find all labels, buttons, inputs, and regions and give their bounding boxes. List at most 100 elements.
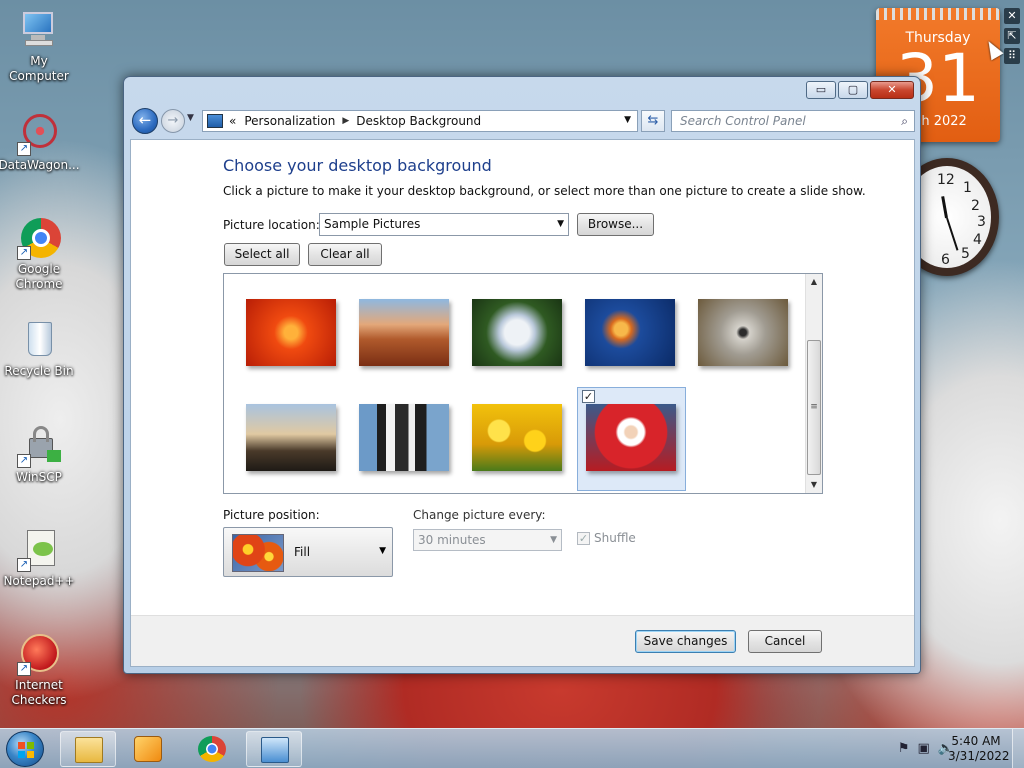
clock-numeral: 5 bbox=[961, 246, 970, 262]
taskbar-explorer[interactable] bbox=[60, 731, 116, 767]
thumbnail-lighthouse[interactable] bbox=[246, 404, 336, 471]
thumbnail-desert[interactable] bbox=[359, 299, 449, 366]
thumbnail-tulips[interactable] bbox=[472, 404, 562, 471]
address-bar[interactable]: « Personalization ▶ Desktop Background ▼ bbox=[202, 110, 638, 132]
control-panel-icon bbox=[207, 114, 223, 128]
shortcut-arrow-icon: ↗ bbox=[17, 142, 31, 156]
desktop-icon-label: Recycle Bin bbox=[4, 364, 74, 378]
picture-location-select[interactable]: Sample Pictures ▼ bbox=[319, 213, 569, 236]
chevron-down-icon: ▼ bbox=[379, 546, 386, 556]
shortcut-arrow-icon: ↗ bbox=[17, 558, 31, 572]
network-icon[interactable]: ▣ bbox=[918, 741, 930, 756]
clock-numeral: 12 bbox=[937, 172, 955, 188]
clock-numeral: 4 bbox=[973, 232, 982, 248]
thumbnail-jellyfish[interactable] bbox=[585, 299, 675, 366]
action-center-icon[interactable]: ⚑ bbox=[898, 741, 910, 756]
desktop-icon-datawagon[interactable]: ↗ DataWagon... bbox=[0, 112, 80, 173]
desktop-icon-winscp[interactable]: ↗ WinSCP bbox=[0, 424, 78, 485]
desktop-icon-google-chrome[interactable]: ↗ Google Chrome bbox=[0, 216, 78, 292]
thumbnail-santa[interactable] bbox=[586, 404, 676, 471]
thumbnail-checkbox[interactable]: ✓ bbox=[582, 390, 595, 403]
system-tray: ⚑ ▣ 🔈 bbox=[898, 741, 954, 756]
start-button[interactable] bbox=[6, 731, 44, 767]
change-picture-label: Change picture every: bbox=[413, 508, 546, 522]
picture-location-label: Picture location: bbox=[223, 218, 320, 232]
content-pane: Choose your desktop background Click a p… bbox=[130, 139, 915, 667]
picture-position-value: Fill bbox=[294, 545, 311, 559]
shortcut-arrow-icon: ↗ bbox=[17, 454, 31, 468]
browse-button[interactable]: Browse... bbox=[577, 213, 654, 236]
checkbox-checked-icon[interactable]: ✓ bbox=[577, 531, 590, 545]
recycle-bin-icon bbox=[17, 318, 61, 362]
thumbnail-hydrangeas[interactable] bbox=[472, 299, 562, 366]
clock-numeral: 2 bbox=[971, 198, 980, 214]
datawagon-icon: ↗ bbox=[17, 112, 61, 156]
breadcrumb-overflow[interactable]: « bbox=[229, 114, 236, 128]
shuffle-checkbox[interactable]: ✓ Shuffle bbox=[577, 531, 636, 545]
show-desktop-button[interactable] bbox=[1012, 729, 1024, 768]
taskbar-control-panel[interactable] bbox=[246, 731, 302, 767]
clock-numeral: 6 bbox=[941, 252, 950, 268]
dialog-footer: Save changes Cancel bbox=[131, 615, 914, 666]
back-button[interactable]: ← bbox=[132, 108, 158, 134]
thumbnail-chrysanthemum[interactable] bbox=[246, 299, 336, 366]
notepadpp-icon: ↗ bbox=[17, 528, 61, 572]
desktop-background-window: ▭ ▢ ✕ ← → ▼ « Personalization ▶ Desktop … bbox=[123, 76, 921, 674]
chevron-down-icon: ▼ bbox=[557, 219, 564, 229]
desktop-icon-recycle-bin[interactable]: Recycle Bin bbox=[0, 318, 78, 379]
breadcrumb-desktop-background[interactable]: Desktop Background bbox=[356, 114, 481, 128]
gallery-scrollbar[interactable]: ▲ ≡ ▼ bbox=[805, 274, 822, 493]
drag-handle-icon[interactable]: ⠿ bbox=[1004, 48, 1020, 64]
taskbar-clock[interactable]: 5:40 AM 3/31/2022 bbox=[948, 734, 1010, 764]
minimize-button[interactable]: ▭ bbox=[806, 81, 836, 99]
breadcrumb-personalization[interactable]: Personalization bbox=[244, 114, 335, 128]
taskbar-media-player[interactable] bbox=[120, 731, 176, 767]
change-picture-select[interactable]: 30 minutes ▼ bbox=[413, 529, 562, 551]
window-controls: ▭ ▢ ✕ bbox=[806, 81, 914, 99]
picture-gallery: ✓ ▲ ≡ ▼ bbox=[223, 273, 823, 494]
clear-all-button[interactable]: Clear all bbox=[308, 243, 382, 266]
search-input[interactable]: Search Control Panel ⌕ bbox=[671, 110, 915, 132]
computer-icon bbox=[17, 8, 61, 52]
scroll-up-icon[interactable]: ▲ bbox=[806, 274, 822, 290]
maximize-button[interactable]: ▢ bbox=[838, 81, 868, 99]
breadcrumb-separator-icon[interactable]: ▶ bbox=[342, 116, 349, 126]
scroll-down-icon[interactable]: ▼ bbox=[806, 477, 822, 493]
clock-minute-hand bbox=[946, 217, 959, 251]
scrollbar-thumb[interactable]: ≡ bbox=[807, 340, 821, 475]
page-title: Choose your desktop background bbox=[223, 156, 492, 175]
desktop-icon-notepadpp[interactable]: ↗ Notepad++ bbox=[0, 528, 78, 589]
shuffle-label: Shuffle bbox=[594, 531, 636, 545]
chrome-icon: ↗ bbox=[17, 216, 61, 260]
cancel-button[interactable]: Cancel bbox=[748, 630, 822, 653]
picture-position-select[interactable]: Fill ▼ bbox=[223, 527, 393, 577]
address-dropdown-icon[interactable]: ▼ bbox=[624, 115, 631, 125]
thumbnail-penguins[interactable] bbox=[359, 404, 449, 471]
internet-checkers-icon: ↗ bbox=[17, 632, 61, 676]
thumbnail-koala[interactable] bbox=[698, 299, 788, 366]
save-changes-button[interactable]: Save changes bbox=[635, 630, 736, 653]
desktop-icon-my-computer[interactable]: My Computer bbox=[0, 8, 78, 84]
resize-icon[interactable]: ⇱ bbox=[1004, 28, 1020, 44]
recent-pages-icon[interactable]: ▼ bbox=[187, 113, 194, 123]
clock-time: 5:40 AM bbox=[951, 734, 1001, 748]
desktop-icon-label: DataWagon... bbox=[0, 158, 80, 172]
folder-icon bbox=[75, 737, 103, 763]
close-button[interactable]: ✕ bbox=[870, 81, 914, 99]
close-icon[interactable]: ✕ bbox=[1004, 8, 1020, 24]
navigation-bar: ← → ▼ « Personalization ▶ Desktop Backgr… bbox=[130, 107, 915, 135]
thumbnail-santa-selected[interactable]: ✓ bbox=[577, 387, 686, 491]
winscp-icon: ↗ bbox=[17, 424, 61, 468]
clock-hour-hand bbox=[941, 196, 948, 219]
desktop-icon-internet-checkers[interactable]: ↗ Internet Checkers bbox=[0, 632, 78, 708]
media-player-icon bbox=[134, 736, 162, 762]
search-placeholder: Search Control Panel bbox=[680, 114, 806, 128]
picture-position-label: Picture position: bbox=[223, 508, 320, 522]
desktop-icon-label: Internet Checkers bbox=[11, 678, 67, 707]
refresh-button[interactable]: ⇆ bbox=[641, 110, 665, 132]
chevron-down-icon: ▼ bbox=[550, 535, 557, 545]
search-icon[interactable]: ⌕ bbox=[901, 111, 908, 131]
taskbar-chrome[interactable] bbox=[184, 731, 240, 767]
select-all-button[interactable]: Select all bbox=[224, 243, 300, 266]
forward-button[interactable]: → bbox=[161, 109, 185, 133]
